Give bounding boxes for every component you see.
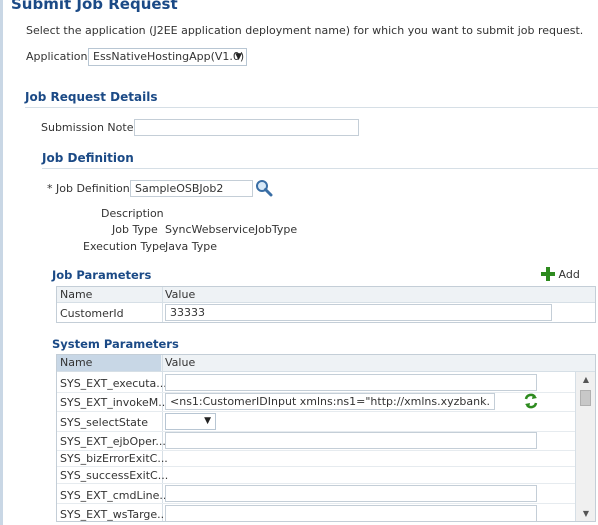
job-parameters-header: Job Parameters bbox=[52, 268, 152, 282]
execution-type-label: Execution Type bbox=[83, 240, 166, 253]
scroll-down-icon[interactable]: ▼ bbox=[579, 509, 593, 518]
table-row-name: SYS_bizErrorExitC... bbox=[60, 452, 168, 465]
system-parameters-table: Name Value SYS_EXT_executa... SYS_EXT_in… bbox=[56, 354, 596, 522]
vertical-scrollbar[interactable]: ▲ ▼ bbox=[575, 372, 595, 521]
job-definition-label: * Job Definition bbox=[47, 182, 130, 195]
section-divider bbox=[42, 168, 598, 169]
add-button-label: Add bbox=[558, 268, 580, 281]
add-parameter-button[interactable]: Add bbox=[541, 267, 580, 281]
system-parameters-header: System Parameters bbox=[52, 337, 179, 351]
column-header-name[interactable]: Name bbox=[57, 355, 161, 371]
application-label: Application bbox=[26, 50, 88, 63]
table-row-name: SYS_EXT_invokeM... bbox=[60, 396, 169, 409]
description-label: Description bbox=[101, 207, 164, 220]
sys-ext-ejb-operation-input[interactable] bbox=[165, 432, 537, 449]
row-divider bbox=[57, 450, 577, 451]
column-header-value: Value bbox=[165, 356, 196, 369]
left-panel-edge bbox=[0, 0, 3, 525]
submission-notes-input[interactable] bbox=[134, 119, 359, 136]
job-request-details-header: Job Request Details bbox=[25, 90, 158, 104]
chevron-down-icon: ▼ bbox=[235, 52, 242, 62]
scrollbar-thumb[interactable] bbox=[580, 390, 591, 406]
table-row-name: SYS_EXT_wsTarge... bbox=[60, 508, 168, 521]
sys-ext-invoke-message-input[interactable] bbox=[165, 393, 495, 410]
sys-ext-ws-target-input[interactable] bbox=[165, 505, 537, 521]
submission-notes-label: Submission Notes bbox=[41, 121, 140, 134]
row-divider bbox=[57, 411, 577, 412]
sys-ext-executable-input[interactable] bbox=[165, 374, 537, 391]
column-header-value: Value bbox=[165, 288, 196, 301]
table-row-name: SYS_selectState bbox=[60, 416, 148, 429]
job-type-value: SyncWebserviceJobType bbox=[165, 223, 298, 236]
table-row-name: CustomerId bbox=[60, 307, 124, 320]
job-definition-input[interactable] bbox=[130, 180, 253, 197]
job-parameters-table: Name Value CustomerId bbox=[56, 286, 596, 323]
sys-ext-cmd-line-input[interactable] bbox=[165, 485, 537, 502]
table-row-name: SYS_EXT_ejbOper... bbox=[60, 435, 166, 448]
table-row-name: SYS_successExitC... bbox=[60, 469, 169, 482]
table-row-name: SYS_EXT_executa... bbox=[60, 377, 167, 390]
row-divider bbox=[57, 483, 577, 484]
table-row-name: SYS_EXT_cmdLine... bbox=[60, 489, 170, 502]
instruction-text: Select the application (J2EE application… bbox=[26, 24, 584, 37]
column-header-name: Name bbox=[60, 288, 93, 301]
execution-type-value: Java Type bbox=[165, 240, 217, 253]
select-state-dropdown[interactable]: ▼ bbox=[165, 413, 216, 430]
job-type-label: Job Type bbox=[112, 223, 158, 236]
row-divider bbox=[57, 503, 577, 504]
application-select[interactable]: EssNativeHostingApp(V1.0) ▼ bbox=[88, 48, 247, 66]
table-header: Name Value bbox=[57, 287, 595, 303]
row-divider bbox=[57, 466, 577, 467]
search-icon[interactable] bbox=[255, 179, 273, 197]
job-definition-header: Job Definition bbox=[42, 151, 134, 165]
page-title: Submit Job Request bbox=[11, 0, 178, 13]
section-divider bbox=[25, 107, 598, 108]
application-select-value: EssNativeHostingApp(V1.0) bbox=[93, 50, 245, 63]
column-divider bbox=[162, 287, 163, 322]
scroll-up-icon[interactable]: ▲ bbox=[579, 375, 593, 384]
refresh-icon[interactable] bbox=[523, 393, 539, 409]
customerid-value-input[interactable] bbox=[165, 304, 552, 321]
chevron-down-icon: ▼ bbox=[204, 416, 211, 426]
plus-icon bbox=[541, 267, 555, 281]
table-header: Name Value bbox=[57, 355, 595, 372]
